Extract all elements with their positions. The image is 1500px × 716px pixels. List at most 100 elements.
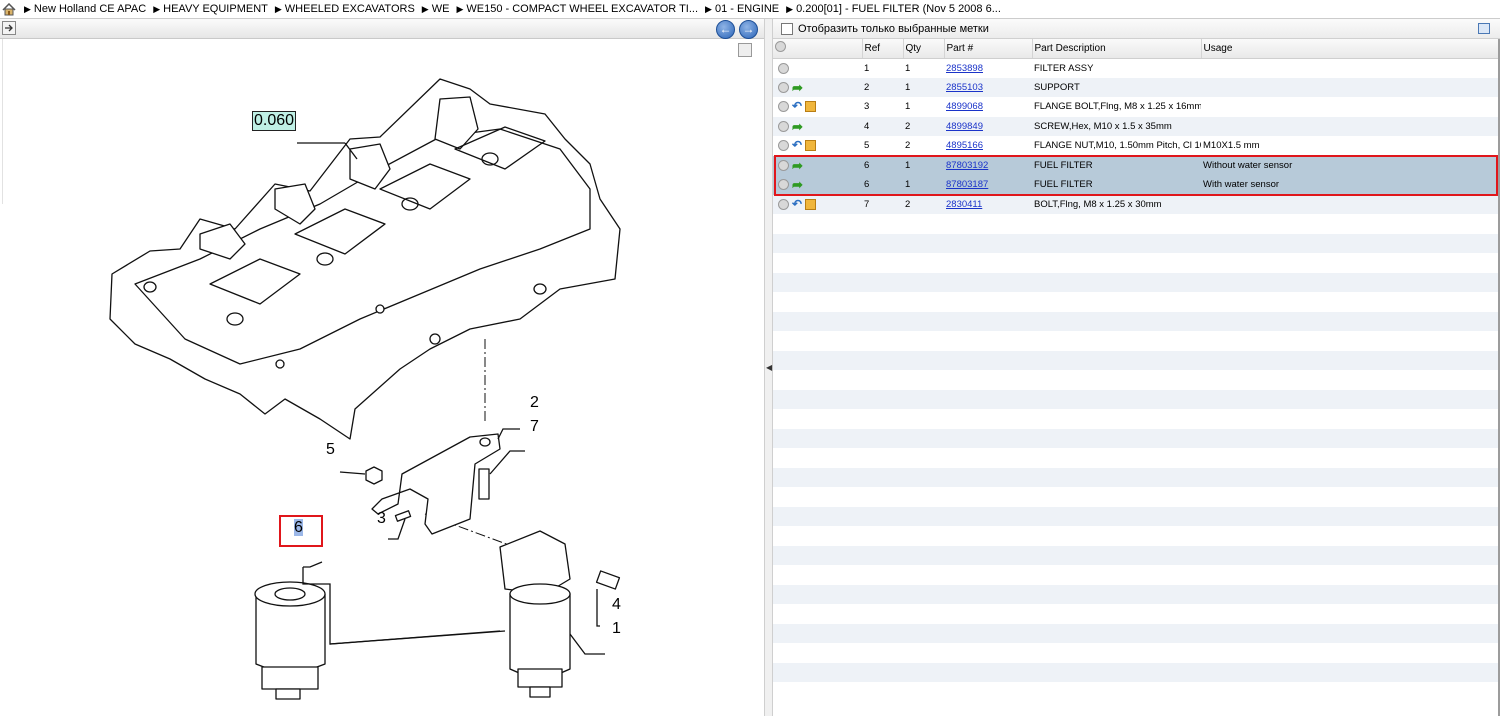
- callout-5[interactable]: 5: [326, 441, 335, 459]
- callout-2[interactable]: 2: [530, 394, 539, 412]
- table-row[interactable]: [773, 292, 1498, 312]
- replaces-arrow-icon[interactable]: ↶: [792, 100, 802, 112]
- callout-3[interactable]: 3: [377, 510, 386, 528]
- table-row[interactable]: [773, 643, 1498, 663]
- pane-splitter[interactable]: ◀: [764, 19, 773, 716]
- callout-4[interactable]: 4: [612, 596, 621, 614]
- part-number-link[interactable]: 87803187: [946, 179, 988, 190]
- breadcrumb-item[interactable]: ▶ 0.200[01] - FUEL FILTER (Nov 5 2008 6..…: [786, 3, 1001, 15]
- description-cell: FILTER ASSY: [1032, 58, 1201, 78]
- breadcrumb-label[interactable]: HEAVY EQUIPMENT: [163, 3, 268, 15]
- home-icon[interactable]: [0, 0, 18, 18]
- replaced-by-arrow-icon[interactable]: ➦: [792, 178, 803, 191]
- breadcrumb-item[interactable]: ▶ WE150 - COMPACT WHEEL EXCAVATOR TI...: [456, 3, 698, 15]
- kit-box-icon[interactable]: [805, 140, 817, 152]
- table-row[interactable]: ↶ 3 1 4899068 FLANGE BOLT,Flng, M8 x 1.25 x …: [773, 97, 1498, 117]
- kit-box-icon[interactable]: [805, 101, 817, 113]
- table-row[interactable]: ➦ 2 1 2855103 SUPPORT: [773, 77, 1498, 97]
- table-row[interactable]: ➦ 4 2 4899849 SCREW,Hex, M10 x 1.5 x 35mm: [773, 116, 1498, 136]
- part-number-link[interactable]: 2853898: [946, 63, 983, 74]
- table-row[interactable]: ➦ 6 1 87803187 FUEL FILTER With water sensor: [773, 175, 1498, 195]
- part-number-link[interactable]: 4895166: [946, 140, 983, 151]
- table-row[interactable]: [773, 389, 1498, 409]
- usage-cell: [1201, 370, 1498, 390]
- table-row[interactable]: ↶ 7 2 2830411 BOLT,Flng, M8 x 1.25 x 30mm: [773, 194, 1498, 214]
- table-row[interactable]: [773, 331, 1498, 351]
- part-number-link[interactable]: 2830411: [946, 199, 982, 210]
- table-row[interactable]: ↶ 5 2 4895166 FLANGE NUT,M10, 1.50mm Pitch, …: [773, 136, 1498, 156]
- show-selected-only-checkbox[interactable]: [781, 22, 793, 35]
- column-usage[interactable]: Usage: [1201, 39, 1499, 59]
- settings-icon[interactable]: [778, 101, 789, 113]
- replaced-by-arrow-icon[interactable]: ➦: [792, 120, 803, 133]
- table-row[interactable]: [773, 467, 1498, 487]
- callout-1[interactable]: 1: [612, 620, 621, 638]
- breadcrumb-label[interactable]: New Holland CE APAC: [34, 3, 146, 15]
- breadcrumb-item[interactable]: ▶ WE: [422, 3, 450, 15]
- reference-label[interactable]: 0.060: [252, 111, 297, 131]
- table-row[interactable]: [773, 409, 1498, 429]
- table-row[interactable]: [773, 428, 1498, 448]
- replaces-arrow-icon[interactable]: ↶: [792, 198, 802, 210]
- table-row[interactable]: [773, 623, 1498, 643]
- table-row[interactable]: [773, 350, 1498, 370]
- breadcrumb-label[interactable]: WHEELED EXCAVATORS: [285, 3, 415, 15]
- settings-icon[interactable]: [778, 140, 789, 152]
- breadcrumb-label[interactable]: 01 - ENGINE: [715, 3, 779, 15]
- table-row[interactable]: [773, 565, 1498, 585]
- description-cell: [1032, 370, 1201, 390]
- collapse-arrow-icon[interactable]: ◀: [766, 361, 772, 375]
- part-number-link[interactable]: 87803192: [946, 160, 988, 171]
- settings-icon[interactable]: [778, 198, 789, 210]
- callout-6[interactable]: 6: [294, 519, 303, 537]
- table-row[interactable]: [773, 487, 1498, 507]
- breadcrumb-label[interactable]: WE: [432, 3, 450, 15]
- table-row[interactable]: [773, 506, 1498, 526]
- parts-table-header: Ref Qty Part # Part Description Usage: [773, 39, 1499, 59]
- table-row[interactable]: [773, 448, 1498, 468]
- qty-cell: [903, 409, 944, 429]
- usage-cell: [1201, 331, 1498, 351]
- settings-icon[interactable]: [778, 81, 789, 93]
- replaced-by-arrow-icon[interactable]: ➦: [792, 81, 803, 94]
- column-part-number[interactable]: Part #: [944, 39, 1033, 59]
- column-ref[interactable]: Ref: [862, 39, 904, 59]
- column-description[interactable]: Part Description: [1032, 39, 1202, 59]
- column-qty[interactable]: Qty: [903, 39, 945, 59]
- breadcrumb-item[interactable]: ▶ WHEELED EXCAVATORS: [275, 3, 415, 15]
- table-row[interactable]: [773, 526, 1498, 546]
- breadcrumb-item[interactable]: ▶ HEAVY EQUIPMENT: [153, 3, 268, 15]
- replaces-arrow-icon[interactable]: ↶: [792, 139, 802, 151]
- callout-7[interactable]: 7: [530, 418, 539, 436]
- table-row[interactable]: [773, 682, 1498, 702]
- breadcrumb-item[interactable]: ▶ 01 - ENGINE: [705, 3, 779, 15]
- table-row[interactable]: [773, 545, 1498, 565]
- settings-icon[interactable]: [778, 159, 789, 171]
- kit-box-icon[interactable]: [805, 198, 817, 210]
- breadcrumb-item[interactable]: ▶ New Holland CE APAC: [24, 3, 146, 15]
- settings-icon[interactable]: [778, 179, 789, 191]
- part-number-link[interactable]: 4899849: [946, 121, 983, 132]
- table-row[interactable]: [773, 370, 1498, 390]
- part-number-cell: [944, 233, 1032, 253]
- breadcrumb-label[interactable]: WE150 - COMPACT WHEEL EXCAVATOR TI...: [466, 3, 698, 15]
- table-row[interactable]: [773, 233, 1498, 253]
- table-row[interactable]: [773, 662, 1498, 682]
- part-number-link[interactable]: 2855103: [946, 82, 983, 93]
- table-row[interactable]: 1 1 2853898 FILTER ASSY: [773, 58, 1498, 78]
- table-row[interactable]: [773, 604, 1498, 624]
- table-row[interactable]: [773, 584, 1498, 604]
- part-number-link[interactable]: 4899068: [946, 101, 983, 112]
- table-row[interactable]: [773, 253, 1498, 273]
- replaced-by-arrow-icon[interactable]: ➦: [792, 159, 803, 172]
- settings-icon[interactable]: [778, 120, 789, 132]
- list-view-icon[interactable]: [1478, 23, 1490, 34]
- settings-icon[interactable]: [778, 62, 789, 74]
- table-row[interactable]: ➦ 6 1 87803192 FUEL FILTER Without water sens…: [773, 155, 1498, 175]
- select-all-header[interactable]: [773, 39, 863, 59]
- settings-icon[interactable]: [775, 41, 786, 53]
- breadcrumb-label[interactable]: 0.200[01] - FUEL FILTER (Nov 5 2008 6...: [796, 3, 1001, 15]
- table-row[interactable]: [773, 311, 1498, 331]
- table-row[interactable]: [773, 214, 1498, 234]
- table-row[interactable]: [773, 272, 1498, 292]
